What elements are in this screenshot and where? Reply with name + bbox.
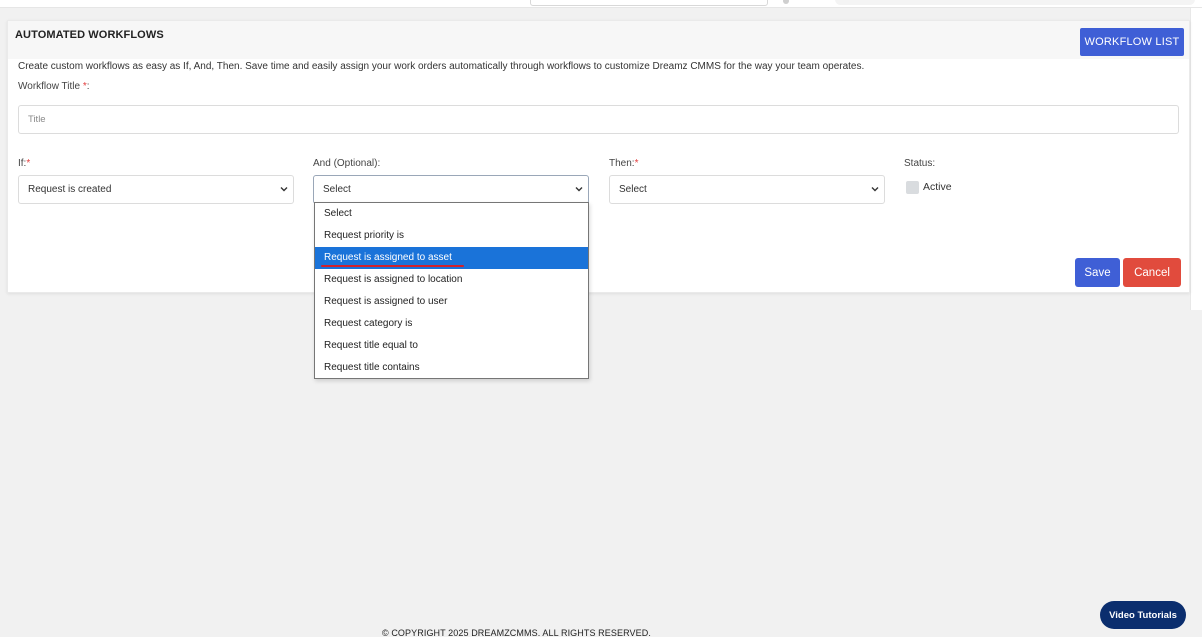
if-select[interactable]: Request is created — [18, 175, 294, 204]
required-star: * — [634, 158, 639, 169]
dropdown-option[interactable]: Request title equal to — [315, 335, 588, 357]
and-dropdown-list: Select Request priority is Request is as… — [314, 202, 589, 379]
workflow-title-label: Workflow Title *: — [18, 81, 90, 92]
and-select-value: Select — [323, 184, 351, 195]
dropdown-option[interactable]: Request title contains — [315, 357, 588, 379]
cancel-button[interactable]: Cancel — [1123, 258, 1181, 287]
page-title: AUTOMATED WORKFLOWS — [15, 29, 164, 41]
then-select-value: Select — [619, 184, 647, 195]
workflow-list-button[interactable]: WORKFLOW LIST — [1080, 28, 1184, 56]
header-search-input[interactable] — [530, 0, 768, 6]
top-header-bar — [0, 0, 1202, 8]
save-button[interactable]: Save — [1075, 258, 1120, 287]
chevron-down-icon — [575, 187, 583, 192]
active-checkbox[interactable] — [906, 181, 919, 194]
then-label-text: Then: — [609, 158, 635, 169]
if-select-value: Request is created — [28, 184, 112, 195]
status-label: Status: — [904, 158, 936, 169]
annotation-underline — [321, 265, 464, 267]
if-label: If:* — [18, 158, 30, 169]
dropdown-option[interactable]: Request is assigned to user — [315, 291, 588, 313]
dropdown-option[interactable]: Select — [315, 203, 588, 225]
active-label: Active — [923, 181, 952, 193]
then-select[interactable]: Select — [609, 175, 885, 204]
then-label: Then:* — [609, 158, 638, 169]
workflow-title-label-text: Workflow Title — [18, 81, 83, 92]
dropdown-option[interactable]: Request priority is — [315, 225, 588, 247]
dropdown-option-label: Request is assigned to asset — [324, 252, 452, 263]
video-tutorials-button[interactable]: Video Tutorials — [1100, 601, 1186, 629]
copyright-text: © COPYRIGHT 2025 DREAMZCMMS. ALL RIGHTS … — [382, 628, 651, 637]
chevron-down-icon — [280, 187, 288, 192]
dropdown-option[interactable]: Request is assigned to location — [315, 269, 588, 291]
dropdown-option-highlighted[interactable]: Request is assigned to asset — [315, 247, 588, 269]
workflow-title-label-colon: : — [86, 81, 90, 92]
chevron-down-icon — [871, 187, 879, 192]
header-user-area[interactable] — [835, 0, 1195, 5]
and-select[interactable]: Select — [313, 175, 589, 204]
workflow-card: AUTOMATED WORKFLOWS WORKFLOW LIST Create… — [7, 20, 1190, 293]
scrollbar[interactable] — [1190, 8, 1202, 310]
and-label: And (Optional): — [313, 158, 381, 169]
workflow-description: Create custom workflows as easy as If, A… — [18, 61, 865, 72]
header-icon[interactable] — [783, 0, 789, 4]
required-star: * — [26, 158, 31, 169]
workflow-title-input[interactable] — [18, 105, 1179, 134]
dropdown-option[interactable]: Request category is — [315, 313, 588, 335]
card-header: AUTOMATED WORKFLOWS WORKFLOW LIST — [8, 21, 1189, 59]
